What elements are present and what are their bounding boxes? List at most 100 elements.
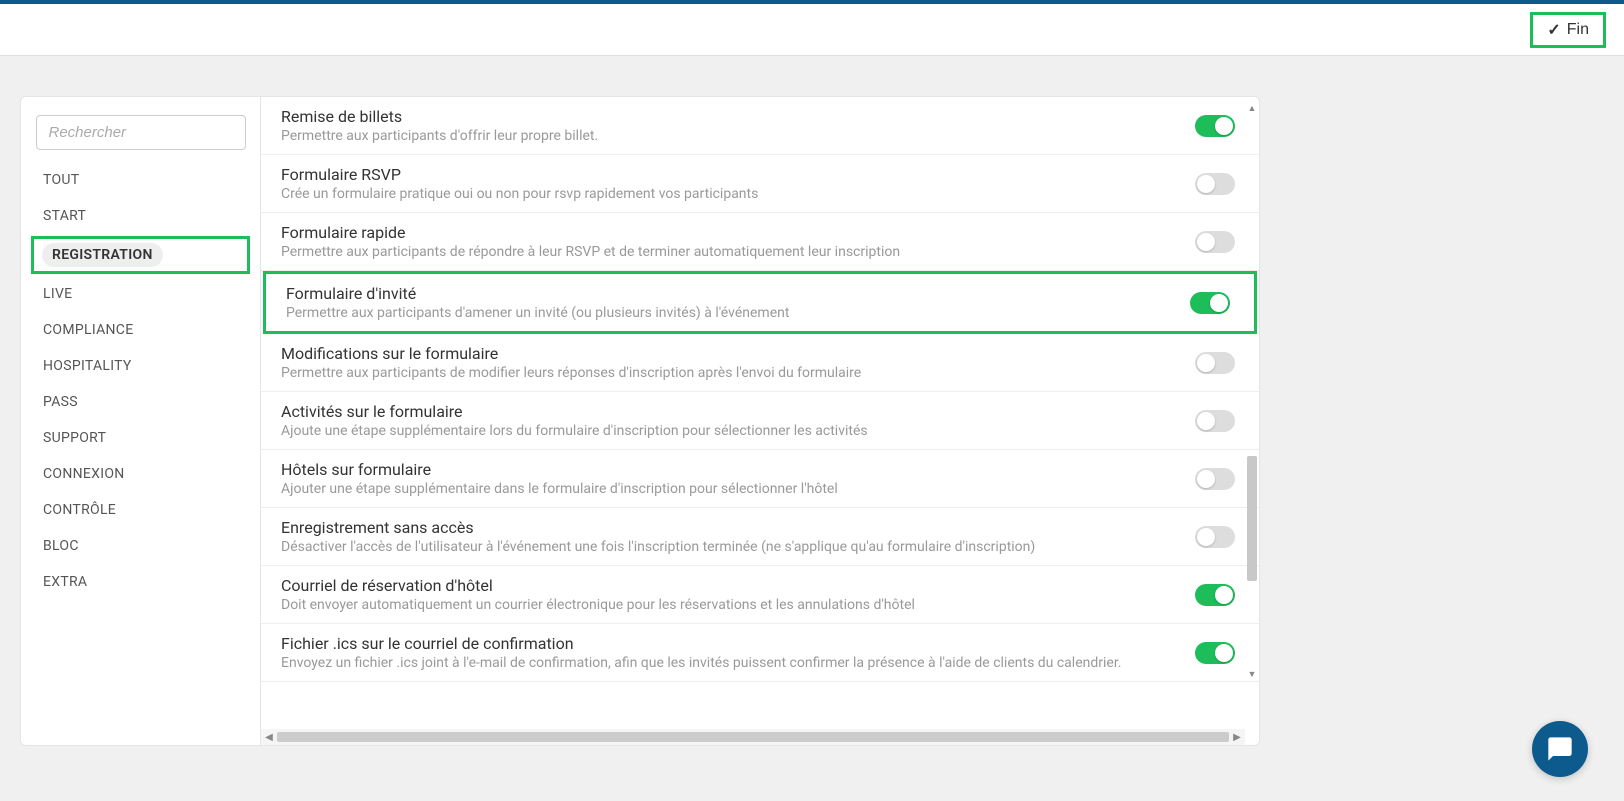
setting-row: Courriel de réservation d'hôtel Doit envo… — [261, 566, 1259, 624]
sidebar-item-label: HOSPITALITY — [43, 358, 132, 374]
sidebar-item-label: REGISTRATION — [42, 243, 163, 267]
toggle-switch[interactable] — [1195, 642, 1235, 664]
sidebar-item-label: COMPLIANCE — [43, 322, 133, 338]
main-container: TOUT START REGISTRATION LIVE COMPLIANCE … — [0, 56, 1624, 766]
setting-title: Courriel de réservation d'hôtel — [281, 576, 1195, 595]
check-icon: ✓ — [1547, 20, 1560, 40]
sidebar-item-label: EXTRA — [43, 574, 87, 590]
setting-text: Fichier .ics sur le courriel de confirma… — [281, 634, 1195, 671]
scroll-down-arrow-icon[interactable]: ▼ — [1247, 669, 1257, 679]
vertical-scrollbar[interactable]: ▲ ▼ — [1245, 101, 1259, 711]
search-input[interactable] — [36, 115, 246, 150]
sidebar-item-label: LIVE — [43, 286, 72, 302]
setting-title: Fichier .ics sur le courriel de confirma… — [281, 634, 1195, 653]
chat-widget-button[interactable] — [1532, 721, 1588, 777]
setting-text: Activités sur le formulaireAjoute une ét… — [281, 402, 1195, 439]
setting-title: Formulaire rapide — [281, 223, 1195, 242]
setting-title: Modifications sur le formulaire — [281, 344, 1195, 363]
sidebar-item-controle[interactable]: CONTRÔLE — [31, 492, 250, 528]
setting-description: Permettre aux participants de répondre à… — [281, 244, 1195, 260]
header: ✓ Fin — [0, 4, 1624, 56]
toggle-switch[interactable] — [1195, 352, 1235, 374]
toggle-knob — [1215, 586, 1233, 604]
sidebar-item-label: SUPPORT — [43, 430, 106, 446]
toggle-switch[interactable] — [1195, 115, 1235, 137]
toggle-knob — [1210, 294, 1228, 312]
setting-title: Hôtels sur formulaire — [281, 460, 1195, 479]
scroll-left-arrow-icon[interactable]: ◀ — [261, 732, 277, 743]
toggle-switch[interactable] — [1190, 292, 1230, 314]
sidebar-item-hospitality[interactable]: HOSPITALITY — [31, 348, 250, 384]
setting-description: Envoyez un fichier .ics joint à l'e-mail… — [281, 655, 1195, 671]
setting-row: Hôtels sur formulaire Ajouter une étape s… — [261, 450, 1259, 508]
sidebar-item-connexion[interactable]: CONNEXION — [31, 456, 250, 492]
sidebar-item-tout[interactable]: TOUT — [31, 162, 250, 198]
setting-description: Doit envoyer automatiquement un courrier… — [281, 597, 1195, 613]
fin-label: Fin — [1567, 21, 1589, 39]
toggle-switch[interactable] — [1195, 584, 1235, 606]
setting-description: Permettre aux participants de modifier l… — [281, 365, 1195, 381]
setting-description: Crée un formulaire pratique oui ou non p… — [281, 186, 1195, 202]
sidebar-item-extra[interactable]: EXTRA — [31, 564, 250, 600]
fin-button[interactable]: ✓ Fin — [1530, 12, 1606, 48]
toggle-switch[interactable] — [1195, 468, 1235, 490]
vertical-scroll-thumb[interactable] — [1247, 456, 1257, 581]
setting-description: Permettre aux participants d'amener un i… — [286, 305, 1190, 321]
horizontal-scroll-thumb[interactable] — [277, 732, 1229, 742]
setting-row: Modifications sur le formulaire Permettre… — [261, 334, 1259, 392]
sidebar: TOUT START REGISTRATION LIVE COMPLIANCE … — [20, 96, 260, 746]
sidebar-item-live[interactable]: LIVE — [31, 276, 250, 312]
toggle-knob — [1197, 354, 1215, 372]
setting-description: Désactiver l'accès de l'utilisateur à l'… — [281, 539, 1195, 555]
toggle-knob — [1197, 470, 1215, 488]
setting-row: Fichier .ics sur le courriel de confirma… — [261, 624, 1259, 682]
content-panel: Remise de billets Permettre aux participa… — [260, 96, 1260, 746]
toggle-switch[interactable] — [1195, 410, 1235, 432]
setting-text: Hôtels sur formulaire Ajouter une étape s… — [281, 460, 1195, 497]
sidebar-item-support[interactable]: SUPPORT — [31, 420, 250, 456]
setting-title: Activités sur le formulaire — [281, 402, 1195, 421]
sidebar-item-label: CONNEXION — [43, 466, 125, 482]
scroll-up-arrow-icon[interactable]: ▲ — [1247, 103, 1257, 113]
horizontal-scrollbar[interactable]: ◀ ▶ — [261, 729, 1245, 745]
setting-text: Formulaire d'invitéPermettre aux partici… — [286, 284, 1190, 321]
setting-text: Enregistrement sans accès Désactiver l'ac… — [281, 518, 1195, 555]
chat-icon — [1546, 735, 1574, 763]
setting-row: Formulaire d'invitéPermettre aux partici… — [263, 271, 1257, 334]
setting-text: Formulaire RSVP Crée un formulaire pratiq… — [281, 165, 1195, 202]
setting-row: Formulaire RSVP Crée un formulaire pratiq… — [261, 155, 1259, 213]
sidebar-item-pass[interactable]: PASS — [31, 384, 250, 420]
sidebar-item-bloc[interactable]: BLOC — [31, 528, 250, 564]
setting-text: Courriel de réservation d'hôtel Doit envo… — [281, 576, 1195, 613]
toggle-knob — [1197, 412, 1215, 430]
setting-row: Formulaire rapide Permettre aux participa… — [261, 213, 1259, 271]
sidebar-item-label: TOUT — [43, 172, 79, 188]
setting-title: Remise de billets — [281, 107, 1195, 126]
sidebar-item-registration[interactable]: REGISTRATION — [31, 236, 250, 274]
sidebar-item-compliance[interactable]: COMPLIANCE — [31, 312, 250, 348]
setting-row: Activités sur le formulaireAjoute une ét… — [261, 392, 1259, 450]
setting-description: Ajouter une étape supplémentaire dans le… — [281, 481, 1195, 497]
toggle-knob — [1215, 117, 1233, 135]
toggle-switch[interactable] — [1195, 526, 1235, 548]
settings-list: Remise de billets Permettre aux participa… — [261, 97, 1259, 717]
toggle-knob — [1215, 644, 1233, 662]
setting-text: Modifications sur le formulaire Permettre… — [281, 344, 1195, 381]
setting-title: Enregistrement sans accès — [281, 518, 1195, 537]
sidebar-item-label: PASS — [43, 394, 78, 410]
setting-description: Permettre aux participants d'offrir leur… — [281, 128, 1195, 144]
toggle-knob — [1197, 233, 1215, 251]
toggle-knob — [1197, 528, 1215, 546]
sidebar-item-label: START — [43, 208, 86, 224]
toggle-switch[interactable] — [1195, 173, 1235, 195]
setting-text: Formulaire rapide Permettre aux participa… — [281, 223, 1195, 260]
toggle-switch[interactable] — [1195, 231, 1235, 253]
toggle-knob — [1197, 175, 1215, 193]
scroll-right-arrow-icon[interactable]: ▶ — [1229, 732, 1245, 743]
setting-row: Enregistrement sans accès Désactiver l'ac… — [261, 508, 1259, 566]
sidebar-item-label: BLOC — [43, 538, 79, 554]
setting-text: Remise de billets Permettre aux participa… — [281, 107, 1195, 144]
sidebar-item-start[interactable]: START — [31, 198, 250, 234]
sidebar-item-label: CONTRÔLE — [43, 502, 116, 518]
setting-title: Formulaire RSVP — [281, 165, 1195, 184]
